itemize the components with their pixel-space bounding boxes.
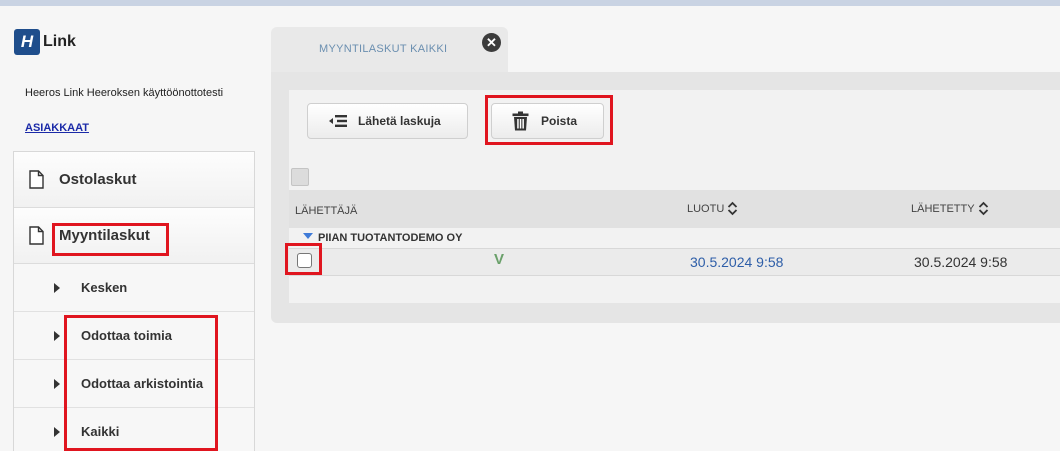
document-icon <box>29 226 44 245</box>
created-date-link[interactable]: 30.5.2024 9:58 <box>690 254 783 270</box>
sidebar-item-label: Kesken <box>81 280 128 295</box>
sidebar-item-odottaa-arkistointia[interactable]: Odottaa arkistointia <box>14 360 254 408</box>
sidebar-item-label: Kaikki <box>81 424 120 439</box>
caret-down-icon <box>303 233 313 239</box>
sort-icon <box>978 201 988 216</box>
column-header-label: LÄHETETTY <box>911 202 975 215</box>
table-header: LÄHETTÄJÄ LUOTU LÄHETETTY <box>289 190 1060 228</box>
status-mark: V <box>494 251 505 268</box>
sidebar-item-kesken[interactable]: Kesken <box>14 264 254 312</box>
send-invoices-label: Lähetä laskuja <box>358 114 441 128</box>
sidebar-item-label: Odottaa toimia <box>81 328 173 343</box>
logo-text: Link <box>43 33 76 50</box>
column-header-label: LUOTU <box>687 202 725 215</box>
tab-myyntilaskut-kaikki[interactable]: MYYNTILASKUT KAIKKI ✕ <box>271 27 508 73</box>
chevron-right-icon <box>54 282 60 293</box>
chevron-right-icon <box>54 330 60 341</box>
tab-label: MYYNTILASKUT KAIKKI <box>319 43 448 55</box>
sent-date: 30.5.2024 9:58 <box>914 254 1008 270</box>
sidebar-item-ostolaskut[interactable]: Ostolaskut <box>14 152 254 208</box>
sort-icon <box>728 201 738 216</box>
column-header-created[interactable]: LUOTU <box>687 201 738 216</box>
column-header-sender[interactable]: LÄHETTÄJÄ <box>295 205 357 217</box>
table-row[interactable]: V 30.5.2024 9:58 30.5.2024 9:58 <box>289 248 1060 276</box>
logo-mark: H <box>14 29 40 55</box>
sidebar-item-kaikki[interactable]: Kaikki <box>14 408 254 451</box>
column-header-sent[interactable]: LÄHETETTY <box>911 201 989 216</box>
column-header-label: LÄHETTÄJÄ <box>295 205 358 217</box>
customers-link[interactable]: ASIAKKAAT <box>25 122 89 134</box>
row-checkbox[interactable] <box>297 253 312 268</box>
sidebar-item-odottaa-toimia[interactable]: Odottaa toimia <box>14 312 254 360</box>
document-icon <box>29 170 44 189</box>
delete-button[interactable]: Poista <box>491 103 604 139</box>
app-logo[interactable]: H Link <box>14 29 76 55</box>
group-label: PIIAN TUOTANTODEMO OY <box>318 232 463 244</box>
sidebar-item-myyntilaskut[interactable]: Myyntilaskut <box>14 208 254 264</box>
select-all-checkbox[interactable] <box>291 168 309 186</box>
sidebar-item-label: Myyntilaskut <box>59 227 150 244</box>
company-name: Heeros Link Heeroksen käyttöönottotesti <box>25 87 224 99</box>
close-icon[interactable]: ✕ <box>482 33 501 52</box>
top-bar <box>0 0 1060 6</box>
sidebar-item-label: Ostolaskut <box>59 171 137 188</box>
send-invoices-button[interactable]: Lähetä laskuja <box>307 103 468 139</box>
chevron-right-icon <box>54 378 60 389</box>
delete-label: Poista <box>541 114 578 128</box>
send-list-icon <box>329 115 347 127</box>
sidebar-item-label: Odottaa arkistointia <box>81 376 204 391</box>
sidebar-nav: Ostolaskut Myyntilaskut Kesken Odottaa t… <box>13 151 255 451</box>
chevron-right-icon <box>54 426 60 437</box>
group-row[interactable]: PIIAN TUOTANTODEMO OY <box>289 228 1060 248</box>
trash-icon <box>512 111 529 131</box>
